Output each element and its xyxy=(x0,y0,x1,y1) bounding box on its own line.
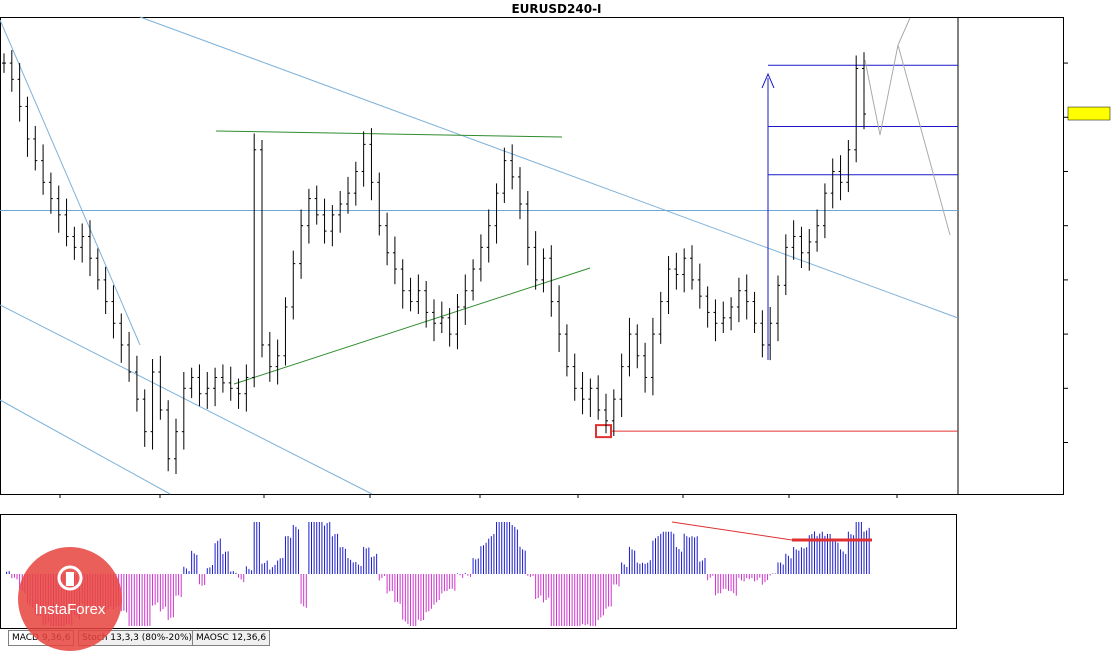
trend-line xyxy=(233,267,591,385)
trend-line xyxy=(215,130,563,138)
tab-maosc-label: MAOSC 12,36,6 xyxy=(196,633,267,643)
instaforex-logo: InstaForex xyxy=(18,547,122,651)
channel-line xyxy=(0,19,141,346)
channel-line xyxy=(139,16,959,319)
price-pane-frame xyxy=(0,17,1064,495)
target-marker xyxy=(595,424,612,439)
current-price-box xyxy=(1067,106,1111,121)
macd-divergence-line xyxy=(671,521,793,541)
channel-line xyxy=(0,304,373,495)
tab-maosc[interactable]: MAOSC 12,36,6 xyxy=(192,630,271,646)
indicator-tab-bar: MACD 9,36,6 Stoch 13,3,3 (80%-20%) MAOSC… xyxy=(0,630,1113,646)
forecast-path xyxy=(864,44,951,236)
chart-window: EURUSD240-I MACD 9,36,6 Stoch 13,3,3 (80… xyxy=(0,0,1113,661)
forecast-path xyxy=(897,17,911,46)
logo-text: InstaForex xyxy=(35,601,106,618)
price-chart[interactable] xyxy=(0,0,1113,661)
